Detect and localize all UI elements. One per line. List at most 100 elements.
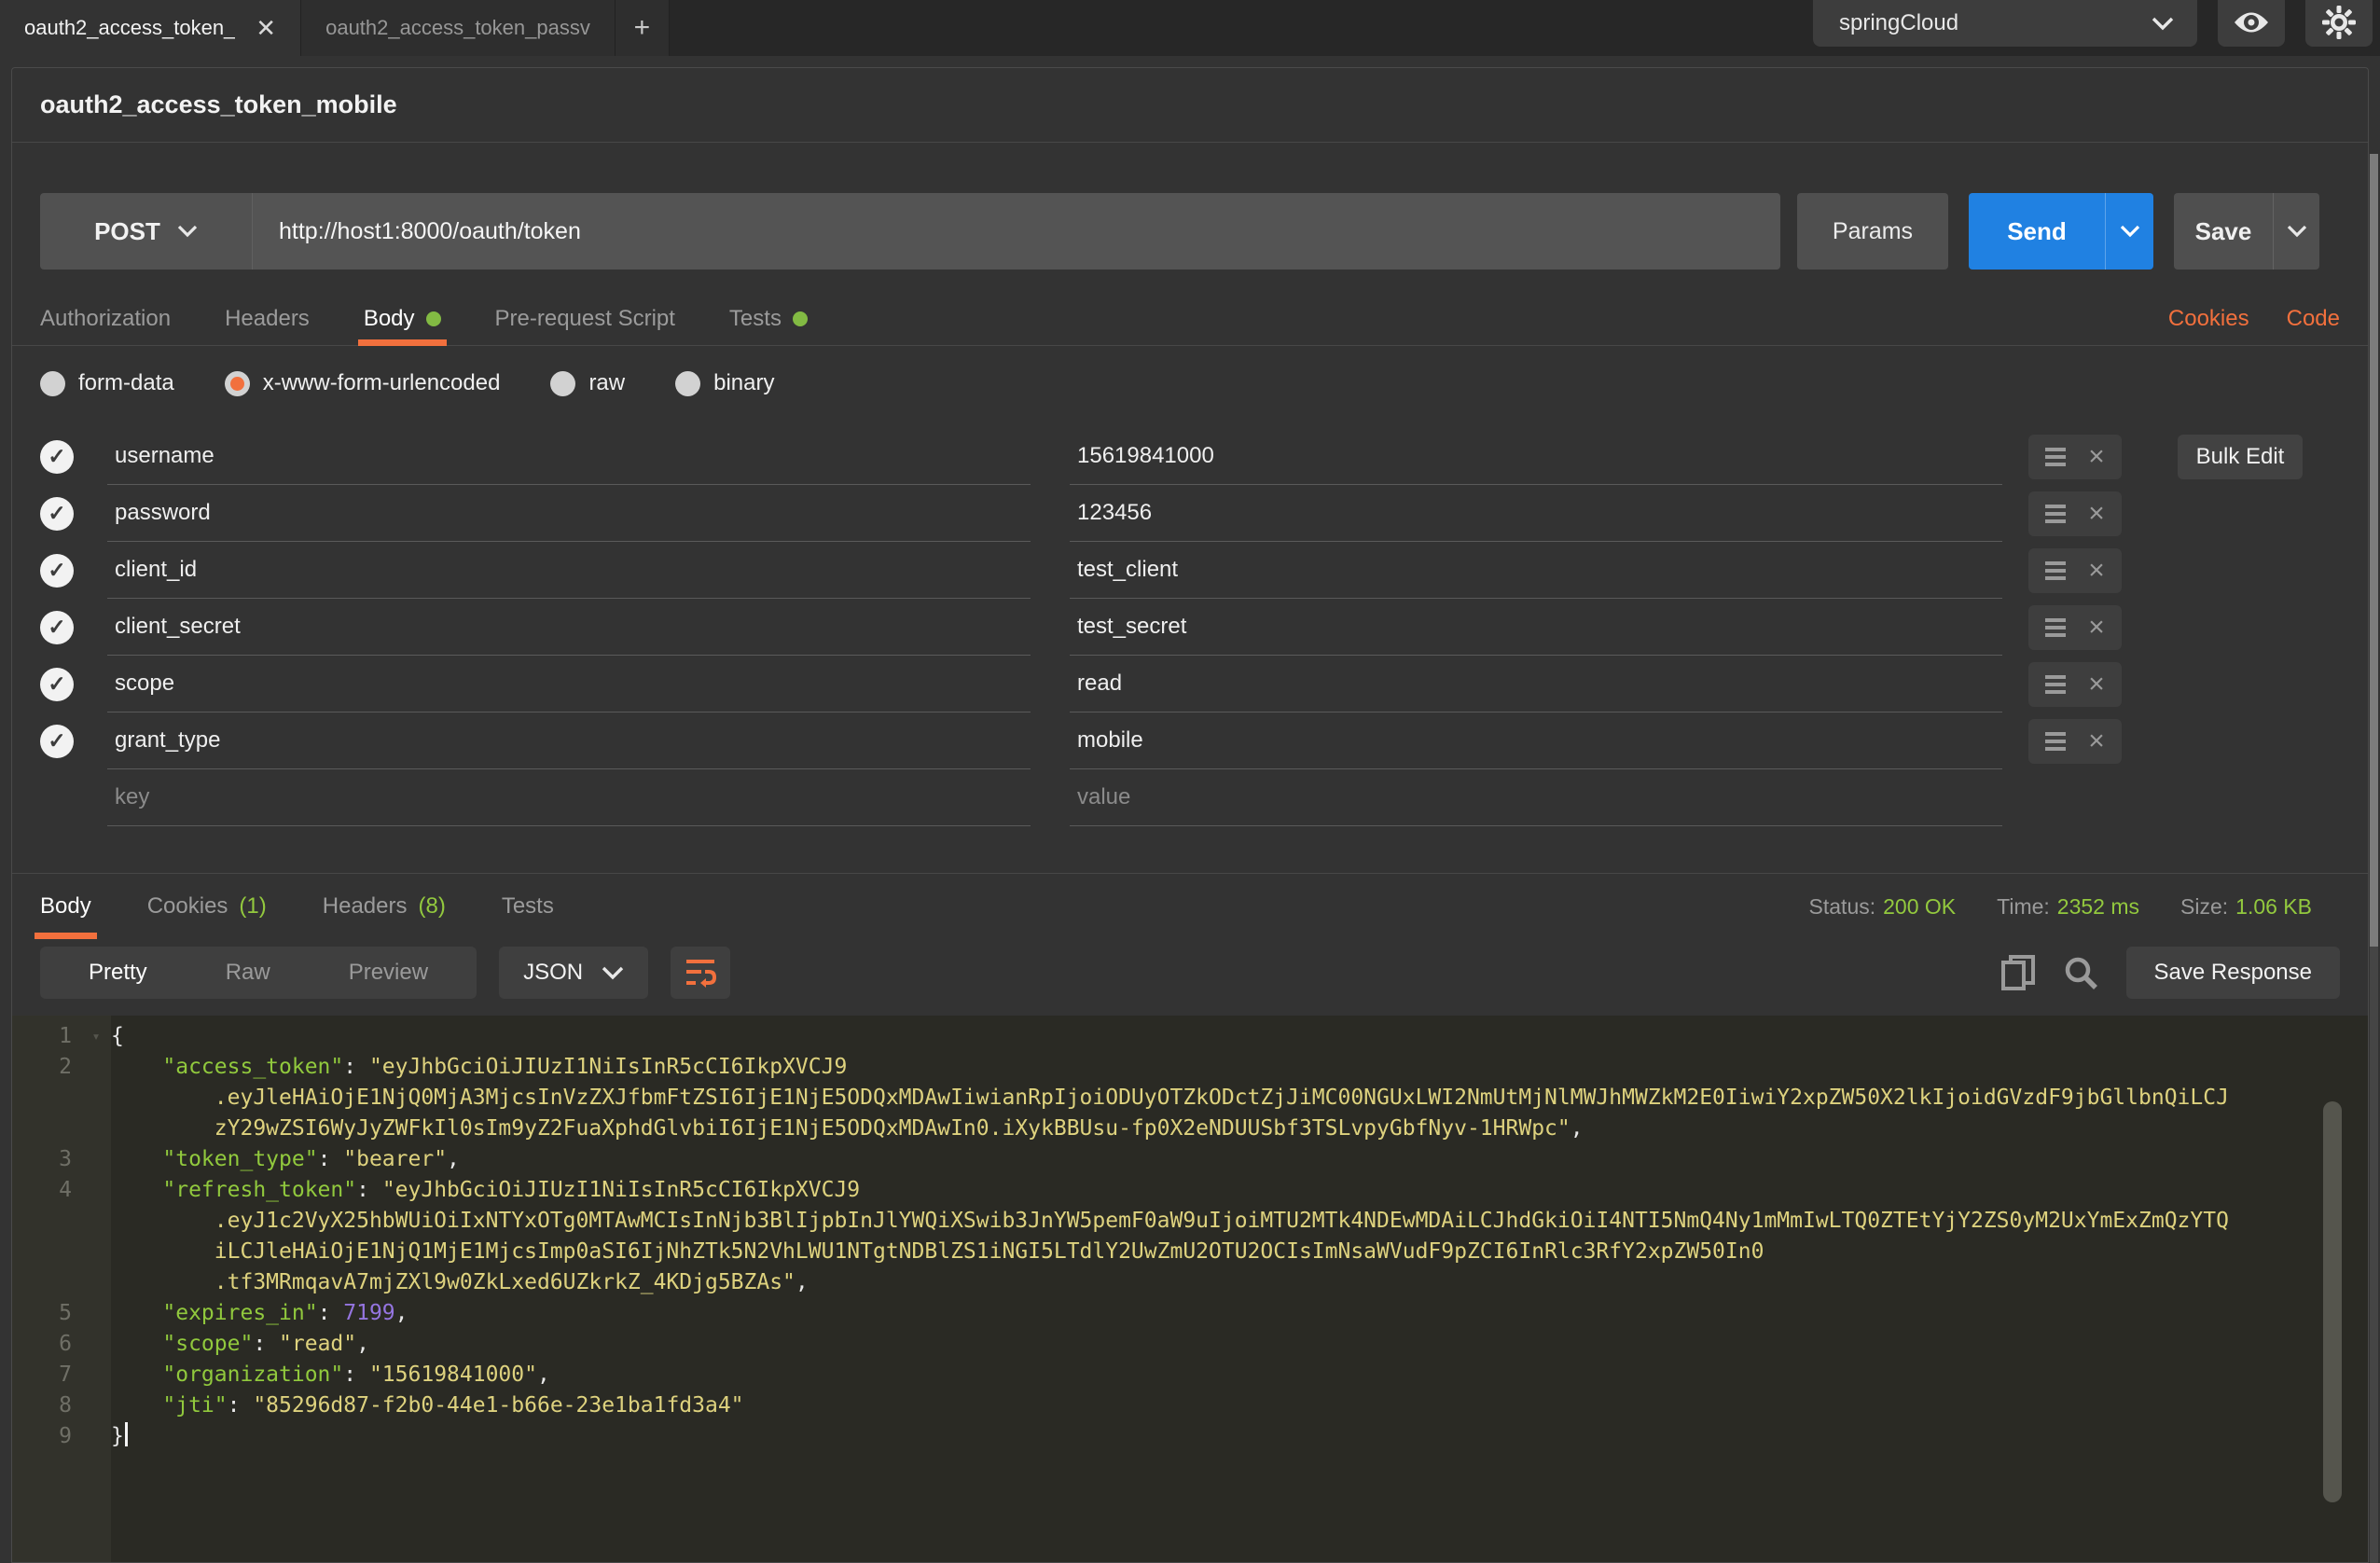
gear-icon [2322,6,2356,39]
chevron-down-icon [602,966,624,980]
environment-select[interactable]: springCloud [1813,0,2197,47]
save-response-button[interactable]: Save Response [2126,947,2340,999]
code-line: 4 "refresh_token": "eyJhbGciOiJIUzI1NiIs… [12,1175,2368,1206]
tab-pre-request-script[interactable]: Pre-request Script [495,292,675,345]
radio-icon [675,371,700,396]
wrap-lines-button[interactable] [671,947,730,999]
code-line-wrap: zY29wZSI6WyJyZWFkIl0sIm9yZ2FuaXphdGlvbiI… [12,1113,2368,1144]
size-badge: Size:1.06 KB [2180,894,2312,920]
param-value-input[interactable]: value [1070,769,2002,826]
cookies-link[interactable]: Cookies [2168,306,2249,332]
param-checkbox[interactable]: ✓ [40,497,74,531]
code-line: 3 "token_type": "bearer", [12,1144,2368,1175]
response-body-editor[interactable]: 1▾{ 2 "access_token": "eyJhbGciOiJIUzI1N… [12,1016,2368,1562]
param-key-input[interactable]: client_secret [107,599,1031,656]
tab-headers[interactable]: Headers [225,292,310,345]
code-line-wrap: iLCJleHAiOjE1NjQ1MjE1MjcsImp0aSI6IjNhZTk… [12,1237,2368,1267]
param-checkbox[interactable]: ✓ [40,668,74,701]
param-actions: × [2028,662,2122,707]
view-raw-button[interactable]: Raw [187,960,310,986]
delete-param-icon[interactable]: × [2088,443,2105,471]
param-value-input[interactable]: test_client [1070,542,2002,599]
param-checkbox[interactable]: ✓ [40,440,74,474]
view-pretty-button[interactable]: Pretty [49,960,187,986]
tab-authorization[interactable]: Authorization [40,292,171,345]
url-bar: POST http://host1:8000/oauth/token Param… [40,193,2319,270]
delete-param-icon[interactable]: × [2088,671,2105,699]
tab-body[interactable]: Body [364,292,441,345]
response-tab-tests[interactable]: Tests [502,874,554,939]
settings-button[interactable] [2305,0,2373,47]
page-scrollbar-thumb[interactable] [2370,154,2378,947]
headers-count: (8) [418,893,445,920]
param-key-input[interactable]: scope [107,656,1031,712]
editor-scrollbar-thumb[interactable] [2323,1101,2342,1502]
save-split-button: Save [2174,193,2319,270]
new-tab-button[interactable]: + [616,0,670,56]
modified-indicator-dot [793,311,808,326]
send-options-button[interactable] [2105,193,2153,270]
body-type-binary[interactable]: binary [675,370,774,396]
response-format-select[interactable]: JSON [499,947,648,999]
drag-handle-icon[interactable] [2045,732,2066,751]
drag-handle-icon[interactable] [2045,675,2066,694]
param-value-input[interactable]: mobile [1070,712,2002,769]
param-value-input[interactable]: 15619841000 [1070,428,2002,485]
response-tab-headers[interactable]: Headers (8) [323,874,446,939]
param-actions: × [2028,719,2122,764]
param-value-input[interactable]: 123456 [1070,485,2002,542]
body-type-raw[interactable]: raw [550,370,625,396]
tab-label: oauth2_access_token_ [24,16,235,40]
delete-param-icon[interactable]: × [2088,557,2105,585]
param-row: ✓ username 15619841000 × [40,428,2368,485]
param-key-input[interactable]: key [107,769,1031,826]
drag-handle-icon[interactable] [2045,561,2066,580]
tab-oauth2-access-token[interactable]: oauth2_access_token_ ✕ [0,0,301,56]
drag-handle-icon[interactable] [2045,505,2066,523]
delete-param-icon[interactable]: × [2088,727,2105,755]
param-key-input[interactable]: grant_type [107,712,1031,769]
code-line: 9} [12,1421,2368,1452]
drag-handle-icon[interactable] [2045,618,2066,637]
search-icon[interactable] [2063,955,2098,990]
method-select[interactable]: POST [40,193,253,270]
response-tab-body[interactable]: Body [40,874,91,939]
param-value-input[interactable]: test_secret [1070,599,2002,656]
delete-param-icon[interactable]: × [2088,614,2105,642]
status-badge: Status:200 OK [1809,894,1957,920]
fold-caret-icon[interactable]: ▾ [81,1021,111,1052]
copy-icon[interactable] [2001,955,2035,990]
tab-oauth2-access-token-password[interactable]: oauth2_access_token_passv [301,0,616,56]
param-checkbox[interactable]: ✓ [40,554,74,588]
body-type-selector: form-data x-www-form-urlencoded raw bina… [40,370,2340,396]
param-key-input[interactable]: password [107,485,1031,542]
body-type-x-www-form-urlencoded[interactable]: x-www-form-urlencoded [225,370,501,396]
param-value-input[interactable]: read [1070,656,2002,712]
chevron-down-icon [2120,225,2140,238]
radio-icon [40,371,65,396]
tab-tests[interactable]: Tests [729,292,808,345]
close-tab-icon[interactable]: ✕ [256,14,276,43]
request-title: oauth2_access_token_mobile [40,90,397,119]
send-button[interactable]: Send [1969,193,2105,270]
param-checkbox[interactable]: ✓ [40,611,74,644]
drag-handle-icon[interactable] [2045,448,2066,466]
tab-label: oauth2_access_token_passv [325,16,590,40]
response-meta: Status:200 OK Time:2352 ms Size:1.06 KB [1809,874,2340,939]
request-tabs: Authorization Headers Body Pre-request S… [12,292,2368,346]
save-button[interactable]: Save [2174,193,2273,270]
code-link[interactable]: Code [2287,306,2340,332]
delete-param-icon[interactable]: × [2088,500,2105,528]
body-type-form-data[interactable]: form-data [40,370,174,396]
response-tab-cookies[interactable]: Cookies (1) [147,874,267,939]
param-checkbox[interactable]: ✓ [40,725,74,758]
save-options-button[interactable] [2273,193,2319,270]
params-button[interactable]: Params [1797,193,1948,270]
param-key-input[interactable]: client_id [107,542,1031,599]
url-input[interactable]: http://host1:8000/oauth/token [253,193,1780,270]
param-key-input[interactable]: username [107,428,1031,485]
view-preview-button[interactable]: Preview [310,960,467,986]
bulk-edit-button[interactable]: Bulk Edit [2178,435,2303,479]
page-scrollbar[interactable] [2370,154,2378,1563]
environment-quick-look-button[interactable] [2218,0,2285,47]
